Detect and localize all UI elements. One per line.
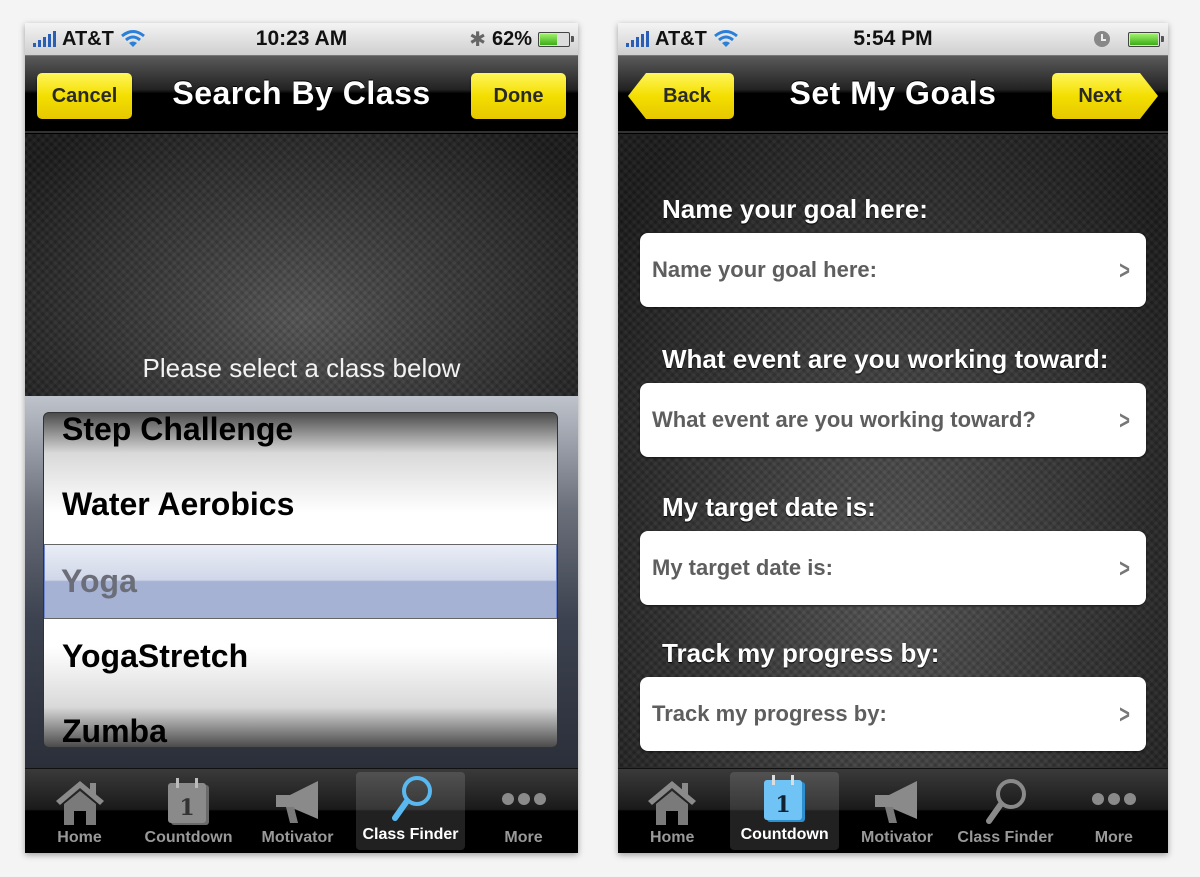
wifi-icon (713, 30, 738, 47)
track-progress-label: Track my progress by: (662, 638, 940, 668)
picker-item-selected[interactable]: Yoga (61, 563, 137, 600)
goal-name-label: Name your goal here: (662, 194, 928, 224)
goals-form: Name your goal here: Name your goal here… (618, 134, 1168, 768)
tab-more[interactable]: More (469, 769, 578, 853)
calendar-icon: 1 (755, 774, 815, 824)
chevron-right-icon: > (1119, 552, 1130, 583)
tab-countdown[interactable]: 1 Countdown (730, 772, 839, 850)
more-dots-icon (494, 777, 554, 827)
tab-home[interactable]: Home (25, 769, 134, 853)
magnifier-icon (381, 774, 441, 824)
signal-icon (33, 31, 56, 47)
page-title: Set My Goals (789, 75, 997, 111)
carrier-label: AT&T (62, 27, 114, 50)
carrier-label: AT&T (655, 27, 707, 50)
chevron-right-icon: > (1119, 698, 1130, 729)
done-button[interactable]: Done (471, 73, 566, 119)
tab-motivator[interactable]: Motivator (843, 769, 951, 853)
svg-text:1: 1 (179, 795, 194, 821)
next-button[interactable]: Next (1052, 73, 1158, 119)
goal-name-field[interactable]: Name your goal here: > (640, 233, 1146, 307)
chevron-right-icon: > (1119, 254, 1130, 285)
tab-class-finder[interactable]: Class Finder (356, 772, 465, 850)
instruction-text: Please select a class below (142, 353, 461, 383)
tab-motivator[interactable]: Motivator (243, 769, 352, 853)
tab-more[interactable]: More (1060, 769, 1168, 853)
house-icon (50, 777, 110, 827)
calendar-icon: 1 (159, 777, 219, 827)
battery-percent: 62% (491, 27, 532, 50)
wifi-icon (120, 30, 145, 47)
nav-bar: Cancel Search By Class Done (25, 56, 578, 133)
picker-item[interactable]: Zumba (62, 713, 167, 747)
picker-item[interactable]: YogaStretch (62, 638, 248, 675)
page-title: Search By Class (172, 75, 431, 111)
picker-wheel[interactable]: Step Challenge Water Aerobics Yoga YogaS… (43, 412, 558, 748)
bluetooth-icon: ✱ (469, 28, 486, 51)
battery-icon (1128, 31, 1164, 47)
megaphone-icon (268, 777, 328, 827)
status-bar: AT&T 5:54 PM (618, 23, 1168, 56)
content-area: Please select a class below (25, 134, 578, 396)
tab-class-finder[interactable]: Class Finder (951, 769, 1059, 853)
search-by-class-screen: AT&T 10:23 AM ✱ 62% Cancel Search By Cla… (25, 23, 578, 853)
track-progress-field[interactable]: Track my progress by: > (640, 677, 1146, 751)
event-field[interactable]: What event are you working toward? > (640, 383, 1146, 457)
picker-selection-indicator: Yoga (44, 544, 557, 619)
status-bar: AT&T 10:23 AM ✱ 62% (25, 23, 578, 56)
signal-icon (626, 31, 649, 47)
megaphone-icon (867, 777, 927, 827)
picker-item[interactable]: Step Challenge (62, 413, 293, 448)
alarm-icon (1094, 31, 1110, 47)
set-my-goals-screen: AT&T 5:54 PM Back Set My Goals Next Name… (618, 23, 1168, 853)
back-button[interactable]: Back (628, 73, 734, 119)
more-dots-icon (1084, 777, 1144, 827)
target-date-field[interactable]: My target date is: > (640, 531, 1146, 605)
house-icon (642, 777, 702, 827)
svg-text:1: 1 (775, 792, 790, 818)
magnifier-icon (975, 777, 1035, 827)
picker-item[interactable]: Water Aerobics (62, 486, 294, 523)
class-picker[interactable]: Step Challenge Water Aerobics Yoga YogaS… (25, 396, 578, 768)
battery-icon (538, 31, 574, 47)
tab-home[interactable]: Home (618, 769, 726, 853)
chevron-right-icon: > (1119, 404, 1130, 435)
cancel-button[interactable]: Cancel (37, 73, 132, 119)
tab-bar: Home 1 Countdown Motivator Class Finder … (25, 768, 578, 853)
tab-bar: Home 1 Countdown Motivator Class Finder … (618, 768, 1168, 853)
nav-bar: Back Set My Goals Next (618, 56, 1168, 133)
tab-countdown[interactable]: 1 Countdown (134, 769, 243, 853)
event-label: What event are you working toward: (662, 344, 1109, 374)
target-date-label: My target date is: (662, 492, 876, 522)
